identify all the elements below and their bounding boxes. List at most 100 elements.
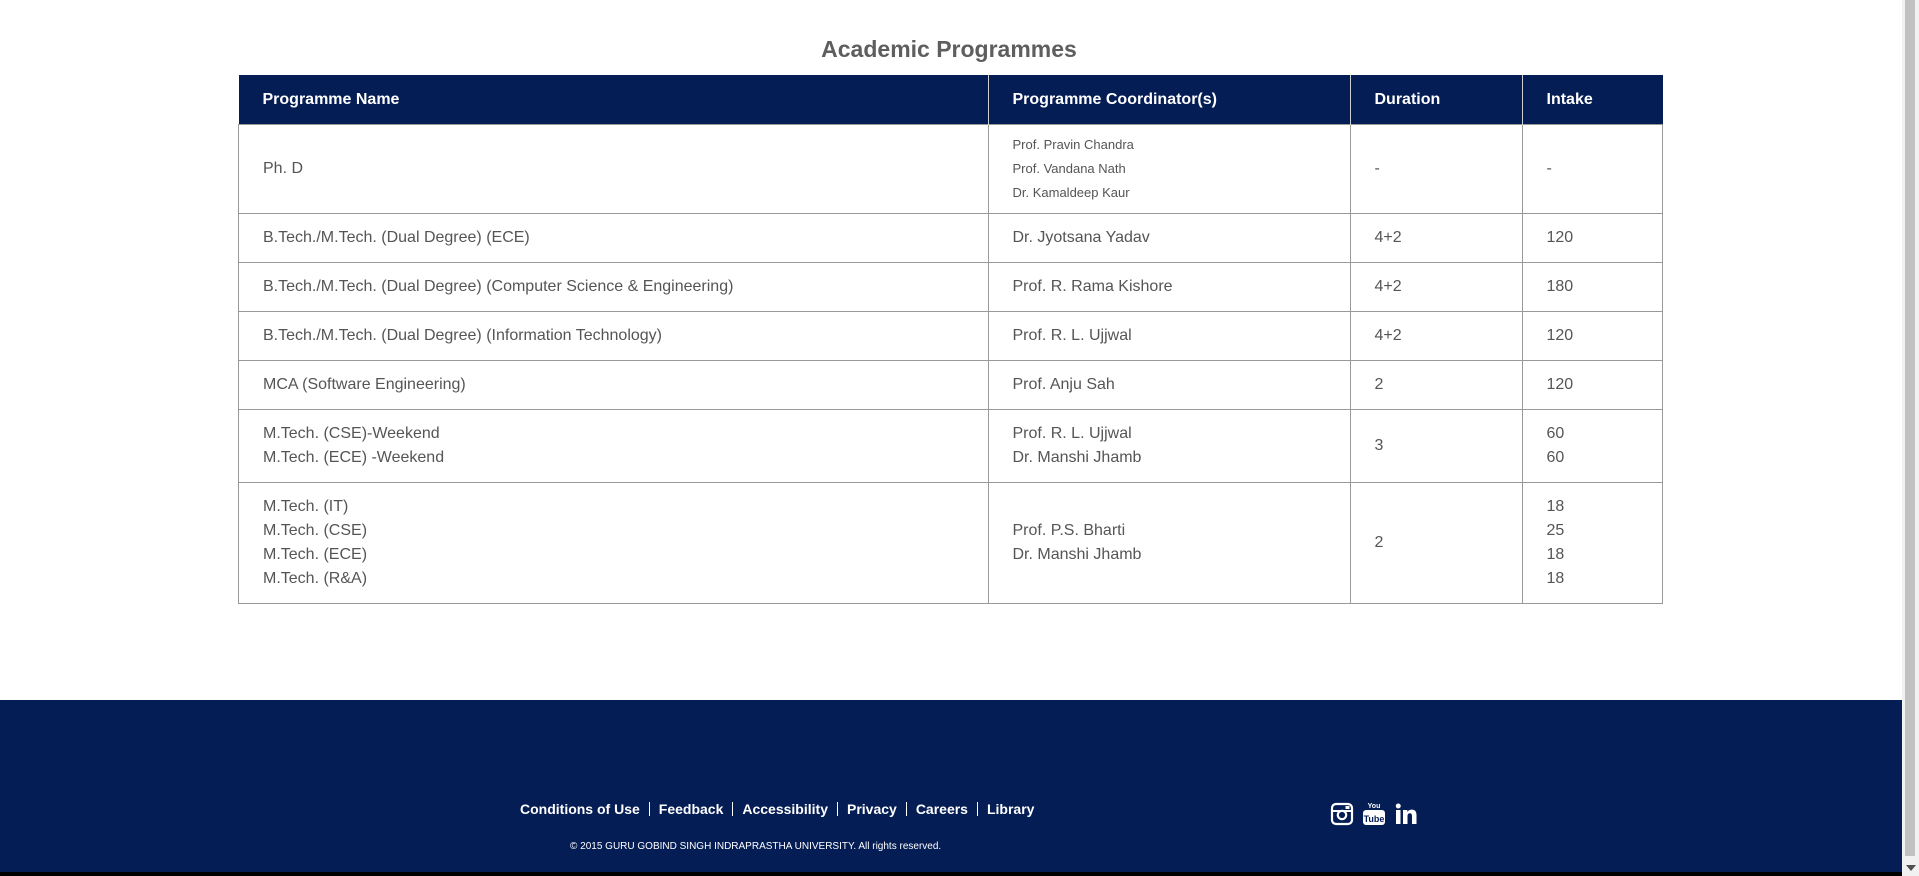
intake-value: 18 [1546, 570, 1565, 587]
cell-coordinator: Prof. P.S. Bharti Dr. Manshi Jhamb [987, 482, 1351, 604]
cell-duration: 4+2 [1349, 262, 1523, 312]
intake-value: 18 [1546, 546, 1565, 563]
cell-duration: 4+2 [1349, 213, 1523, 263]
social-links: You Tube [1330, 801, 1418, 827]
coordinator-name: Dr. Jyotsana Yadav [1012, 229, 1150, 246]
coordinator-name: Dr. Manshi Jhamb [1012, 449, 1142, 466]
table-row: MCA (Software Engineering) Prof. Anju Sa… [238, 360, 1663, 410]
programme-name: M.Tech. (ECE) [263, 546, 368, 563]
programme-name: B.Tech./M.Tech. (Dual Degree) (Informati… [263, 327, 662, 344]
table-row: Ph. D Prof. Pravin Chandra Prof. Vandana… [238, 124, 1663, 214]
header-coordinators: Programme Coordinator(s) [988, 75, 1351, 125]
intake-value: 120 [1546, 327, 1574, 344]
footer-link-conditions-of-use[interactable]: Conditions of Use [520, 801, 640, 817]
cell-intake: 18 25 18 18 [1521, 482, 1663, 604]
coordinator-name: Prof. R. L. Ujjwal [1012, 425, 1132, 442]
coordinator-name: Dr. Manshi Jhamb [1012, 546, 1142, 563]
svg-text:You: You [1368, 803, 1381, 810]
coordinator-name: Prof. Vandana Nath [1012, 161, 1126, 176]
cell-programme: B.Tech./M.Tech. (Dual Degree) (ECE) [238, 213, 989, 263]
cell-programme: B.Tech./M.Tech. (Dual Degree) (Informati… [238, 311, 989, 361]
table-row: M.Tech. (CSE)-Weekend M.Tech. (ECE) -Wee… [238, 409, 1663, 483]
coordinator-name: Prof. R. Rama Kishore [1012, 278, 1173, 295]
linkedin-icon[interactable] [1394, 802, 1418, 826]
youtube-icon[interactable]: You Tube [1362, 801, 1386, 827]
cell-duration: - [1349, 124, 1523, 214]
page: Academic Programmes Programme Name Progr… [0, 0, 1902, 876]
cell-programme: M.Tech. (IT) M.Tech. (CSE) M.Tech. (ECE)… [238, 482, 989, 604]
link-separator [905, 802, 907, 816]
cell-programme: M.Tech. (CSE)-Weekend M.Tech. (ECE) -Wee… [238, 409, 989, 483]
programme-name: Ph. D [263, 160, 304, 177]
intake-value: 60 [1546, 425, 1565, 442]
window-bottom-edge [0, 872, 1902, 876]
svg-text:Tube: Tube [1364, 814, 1385, 824]
programme-name: M.Tech. (ECE) -Weekend [263, 449, 445, 466]
programme-name: M.Tech. (R&A) [263, 570, 368, 587]
coordinator-name: Prof. R. L. Ujjwal [1012, 327, 1132, 344]
cell-intake: 60 60 [1521, 409, 1663, 483]
cell-duration: 2 [1349, 360, 1523, 410]
cell-duration: 3 [1349, 409, 1523, 483]
cell-intake: 120 [1521, 213, 1663, 263]
instagram-icon[interactable] [1330, 802, 1354, 826]
footer-link-feedback[interactable]: Feedback [659, 801, 724, 817]
cell-duration: 2 [1349, 482, 1523, 604]
scrollbar-thumb[interactable] [1905, 0, 1915, 856]
table-header-row: Programme Name Programme Coordinator(s) … [238, 75, 1663, 125]
cell-coordinator: Prof. Anju Sah [987, 360, 1351, 410]
programme-name: M.Tech. (CSE)-Weekend [263, 425, 440, 442]
site-footer: Conditions of Use Feedback Accessibility… [0, 700, 1902, 876]
link-separator [836, 802, 838, 816]
coordinator-name: Prof. Pravin Chandra [1012, 137, 1134, 152]
programme-name: B.Tech./M.Tech. (Dual Degree) (ECE) [263, 229, 530, 246]
cell-intake: - [1521, 124, 1663, 214]
footer-link-library[interactable]: Library [987, 801, 1034, 817]
programme-name: M.Tech. (CSE) [263, 522, 368, 539]
intake-value: 120 [1546, 229, 1574, 246]
copyright-text: © 2015 GURU GOBIND SINGH INDRAPRASTHA UN… [570, 841, 942, 852]
programme-name: MCA (Software Engineering) [263, 376, 466, 393]
cell-programme: MCA (Software Engineering) [238, 360, 989, 410]
header-programme-name: Programme Name [238, 75, 989, 125]
intake-value: - [1546, 160, 1552, 177]
link-separator [732, 802, 734, 816]
cell-intake: 120 [1521, 311, 1663, 361]
cell-duration: 4+2 [1349, 311, 1523, 361]
footer-link-accessibility[interactable]: Accessibility [742, 801, 828, 817]
link-separator [976, 802, 978, 816]
programme-name: M.Tech. (IT) [263, 498, 349, 515]
table-row: B.Tech./M.Tech. (Dual Degree) (Informati… [238, 311, 1663, 361]
coordinator-name: Prof. P.S. Bharti [1012, 522, 1126, 539]
coordinator-name: Dr. Kamaldeep Kaur [1012, 185, 1130, 200]
cell-coordinator: Prof. Pravin Chandra Prof. Vandana Nath … [987, 124, 1351, 214]
coordinator-name: Prof. Anju Sah [1012, 376, 1115, 393]
header-duration: Duration [1350, 75, 1523, 125]
header-intake: Intake [1522, 75, 1663, 125]
footer-links: Conditions of Use Feedback Accessibility… [520, 801, 1034, 817]
footer-link-privacy[interactable]: Privacy [847, 801, 897, 817]
cell-coordinator: Prof. R. Rama Kishore [987, 262, 1351, 312]
vertical-scrollbar[interactable] [1902, 0, 1919, 876]
cell-coordinator: Prof. R. L. Ujjwal [987, 311, 1351, 361]
cell-intake: 120 [1521, 360, 1663, 410]
footer-link-careers[interactable]: Careers [916, 801, 968, 817]
link-separator [648, 802, 650, 816]
intake-value: 18 [1546, 498, 1565, 515]
intake-value: 60 [1546, 449, 1565, 466]
table-row: B.Tech./M.Tech. (Dual Degree) (ECE) Dr. … [238, 213, 1663, 263]
cell-programme: B.Tech./M.Tech. (Dual Degree) (Computer … [238, 262, 989, 312]
cell-programme: Ph. D [238, 124, 989, 214]
intake-value: 120 [1546, 376, 1574, 393]
cell-coordinator: Prof. R. L. Ujjwal Dr. Manshi Jhamb [987, 409, 1351, 483]
cell-coordinator: Dr. Jyotsana Yadav [987, 213, 1351, 263]
intake-value: 25 [1546, 522, 1565, 539]
scroll-down-arrow-icon[interactable] [1906, 865, 1916, 871]
cell-intake: 180 [1521, 262, 1663, 312]
intake-value: 180 [1546, 278, 1574, 295]
programmes-table: Programme Name Programme Coordinator(s) … [238, 75, 1663, 604]
page-title: Academic Programmes [821, 36, 1077, 62]
table-row: M.Tech. (IT) M.Tech. (CSE) M.Tech. (ECE)… [238, 482, 1663, 604]
table-row: B.Tech./M.Tech. (Dual Degree) (Computer … [238, 262, 1663, 312]
programme-name: B.Tech./M.Tech. (Dual Degree) (Computer … [263, 278, 734, 295]
